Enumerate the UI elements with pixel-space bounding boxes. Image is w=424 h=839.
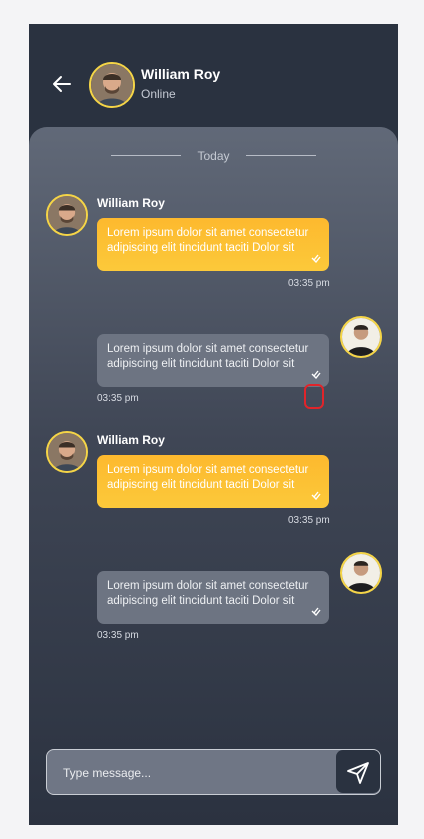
- date-label: Today: [197, 149, 230, 163]
- message-time: 03:35 pm: [288, 278, 330, 289]
- highlight-annotation: [304, 384, 324, 409]
- date-divider: Today: [111, 149, 316, 163]
- sender-avatar[interactable]: [46, 194, 88, 236]
- message-bubble-outgoing[interactable]: Lorem ipsum dolor sit amet consectetur a…: [97, 571, 329, 624]
- user-avatar[interactable]: [340, 316, 382, 358]
- chat-screen: William Roy Online Today William Roy Lor…: [29, 24, 398, 825]
- sender-avatar[interactable]: [46, 431, 88, 473]
- message-bubble-outgoing[interactable]: Lorem ipsum dolor sit amet consectetur a…: [97, 334, 329, 387]
- double-check-icon: [311, 491, 321, 500]
- sender-name: William Roy: [97, 196, 165, 210]
- message-text: Lorem ipsum dolor sit amet consectetur a…: [107, 227, 309, 254]
- divider-line: [246, 155, 316, 156]
- contact-status: Online: [141, 87, 176, 101]
- user-avatar[interactable]: [340, 552, 382, 594]
- message-list[interactable]: Today William Roy Lorem ipsum dolor sit …: [29, 127, 398, 825]
- message-bubble-incoming[interactable]: Lorem ipsum dolor sit amet consectetur a…: [97, 218, 329, 271]
- double-check-icon: [311, 254, 321, 263]
- double-check-icon: [311, 370, 321, 379]
- message-text: Lorem ipsum dolor sit amet consectetur a…: [107, 343, 309, 370]
- message-text: Lorem ipsum dolor sit amet consectetur a…: [107, 580, 309, 607]
- send-icon: [347, 762, 369, 784]
- contact-name: William Roy: [141, 66, 221, 82]
- chat-header: William Roy Online: [29, 24, 398, 134]
- message-composer: [46, 749, 381, 795]
- message-bubble-incoming[interactable]: Lorem ipsum dolor sit amet consectetur a…: [97, 455, 329, 508]
- message-time: 03:35 pm: [288, 515, 330, 526]
- message-time: 03:35 pm: [97, 630, 139, 641]
- message-input[interactable]: [61, 762, 325, 784]
- double-check-icon: [311, 607, 321, 616]
- send-button[interactable]: [336, 750, 380, 793]
- contact-avatar[interactable]: [89, 62, 135, 108]
- message-time: 03:35 pm: [97, 393, 139, 404]
- back-arrow-icon[interactable]: [51, 73, 73, 95]
- sender-name: William Roy: [97, 433, 165, 447]
- message-text: Lorem ipsum dolor sit amet consectetur a…: [107, 464, 309, 491]
